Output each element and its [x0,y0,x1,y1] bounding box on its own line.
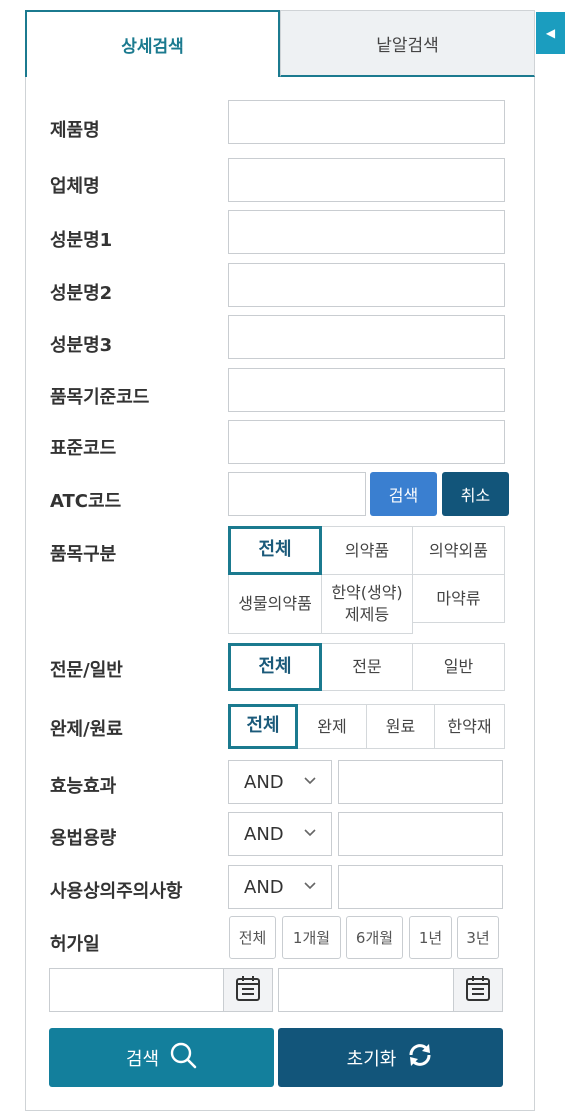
collapse-panel-button[interactable]: ◀ [536,12,565,54]
effect-label: 효능효과 [50,776,117,797]
atc-code-field[interactable] [228,472,366,516]
prescription-type-specialty[interactable]: 전문 [321,643,413,691]
standard-code-label: 표준코드 [50,438,117,459]
ingredient1-field[interactable] [228,210,505,254]
calendar-icon [465,974,491,1006]
reset-button[interactable]: 초기화 [278,1028,503,1087]
search-tabs: 상세검색 낱알검색 [25,10,535,77]
period-6month-button[interactable]: 6개월 [346,916,403,959]
item-category-medicine[interactable]: 의약품 [321,526,413,575]
effect-field[interactable] [338,760,503,804]
precautions-field[interactable] [338,865,503,909]
product-type-raw[interactable]: 원료 [366,704,435,749]
item-standard-code-field[interactable] [228,368,505,412]
chevron-down-icon [303,878,317,896]
ingredient3-field[interactable] [228,315,505,359]
product-name-label: 제품명 [50,120,100,141]
search-icon [169,1041,197,1074]
atc-search-button[interactable]: 검색 [370,472,437,516]
calendar-icon [235,974,261,1006]
item-category-label: 품목구분 [50,544,117,565]
approval-date-label: 허가일 [50,934,100,955]
effect-operator-select[interactable]: AND [228,760,332,804]
precautions-label: 사용상의주의사항 [50,881,183,902]
period-all-button[interactable]: 전체 [229,916,276,959]
end-date-field[interactable] [278,968,454,1012]
period-1month-button[interactable]: 1개월 [282,916,341,959]
chevron-down-icon [303,825,317,843]
item-category-quasi-drug[interactable]: 의약외품 [412,526,505,575]
chevron-down-icon [303,773,317,791]
tab-detail-search[interactable]: 상세검색 [25,10,280,77]
company-name-field[interactable] [228,158,505,202]
item-category-narcotics[interactable]: 마약류 [412,574,505,623]
atc-cancel-button[interactable]: 취소 [442,472,509,516]
product-type-all[interactable]: 전체 [228,704,298,749]
atc-code-label: ATC코드 [50,491,122,512]
start-date-calendar-button[interactable] [223,968,273,1012]
period-3year-button[interactable]: 3년 [457,916,499,959]
period-1year-button[interactable]: 1년 [409,916,452,959]
product-type-herbal-material[interactable]: 한약재 [434,704,505,749]
ingredient2-label: 성분명2 [50,283,113,304]
item-category-all[interactable]: 전체 [228,526,322,575]
effect-operator-value: AND [244,771,284,793]
end-date-calendar-button[interactable] [453,968,503,1012]
product-type-label: 완제/원료 [50,719,123,740]
search-button-label: 검색 [125,1048,160,1070]
ingredient2-field[interactable] [228,263,505,307]
dosage-operator-select[interactable]: AND [228,812,332,856]
standard-code-field[interactable] [228,420,505,464]
ingredient1-label: 성분명1 [50,230,113,251]
precautions-operator-value: AND [244,876,284,898]
start-date-field[interactable] [49,968,224,1012]
prescription-type-all[interactable]: 전체 [228,643,322,691]
product-name-field[interactable] [228,100,505,144]
search-button[interactable]: 검색 [49,1028,274,1087]
ingredient3-label: 성분명3 [50,335,113,356]
dosage-field[interactable] [338,812,503,856]
item-category-biologics[interactable]: 생물의약품 [228,574,322,634]
item-category-herbal[interactable]: 한약(생약) 제제등 [321,574,413,634]
refresh-icon [406,1041,434,1074]
chevron-left-icon: ◀ [545,26,556,40]
prescription-type-general[interactable]: 일반 [412,643,505,691]
prescription-type-label: 전문/일반 [50,660,123,681]
tab-pill-search[interactable]: 낱알검색 [280,10,535,77]
precautions-operator-select[interactable]: AND [228,865,332,909]
dosage-operator-value: AND [244,823,284,845]
item-standard-code-label: 품목기준코드 [50,387,150,408]
dosage-label: 용법용량 [50,828,117,849]
product-type-finished[interactable]: 완제 [297,704,367,749]
company-name-label: 업체명 [50,176,100,197]
reset-button-label: 초기화 [346,1048,397,1070]
